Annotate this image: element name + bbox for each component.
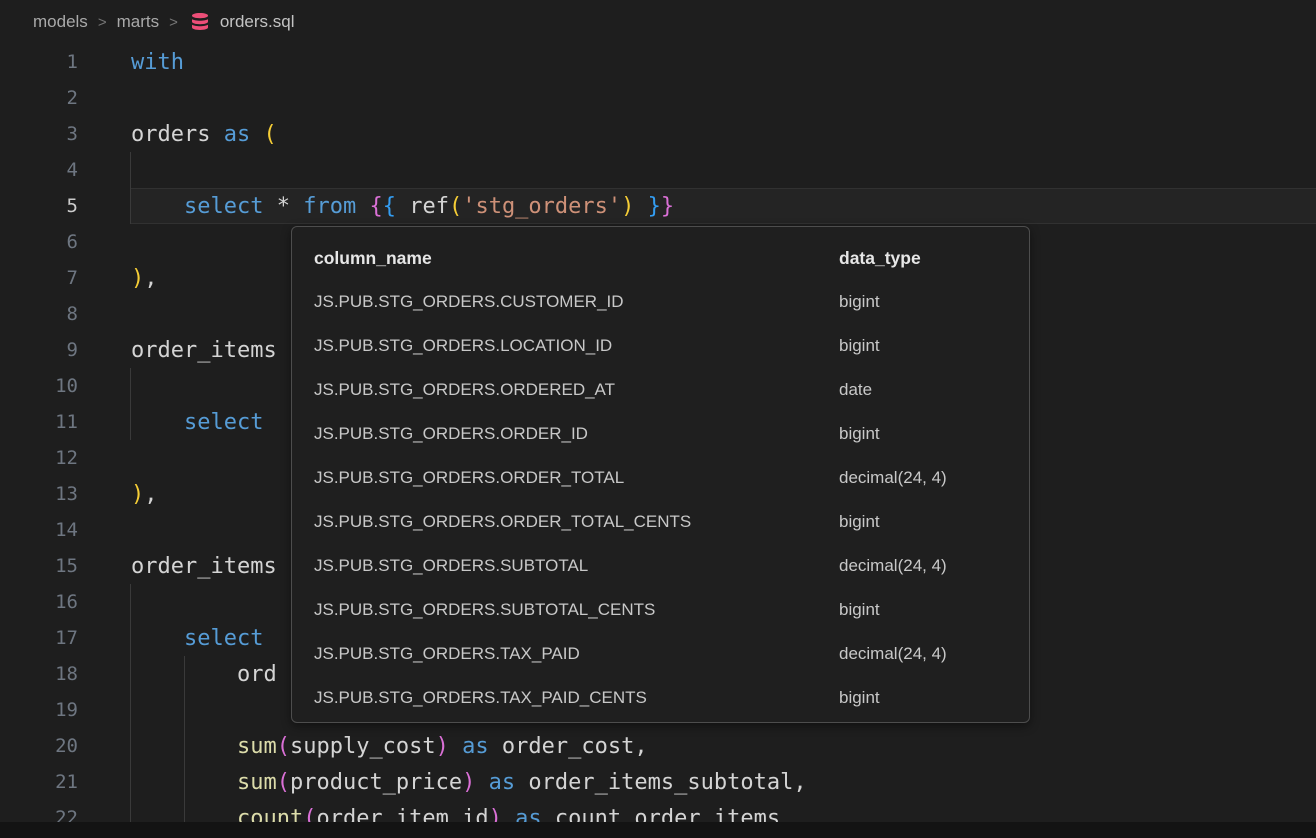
column-name-cell: JS.PUB.STG_ORDERS.SUBTOTAL	[314, 556, 839, 576]
data-type-cell: bigint	[839, 600, 1029, 620]
indent-guide	[130, 584, 131, 620]
data-type-cell: date	[839, 380, 1029, 400]
column-row: JS.PUB.STG_ORDERS.TAX_PAID_CENTSbigint	[292, 676, 1029, 720]
column-row: JS.PUB.STG_ORDERS.ORDER_IDbigint	[292, 412, 1029, 456]
code-line[interactable]: 4	[0, 152, 1316, 188]
chevron-right-icon: >	[169, 14, 178, 31]
line-number: 1	[0, 51, 78, 73]
code-line[interactable]: 20 sum(supply_cost) as order_cost,	[0, 728, 1316, 764]
line-number: 4	[0, 159, 78, 181]
column-row: JS.PUB.STG_ORDERS.ORDERED_ATdate	[292, 368, 1029, 412]
column-name-cell: JS.PUB.STG_ORDERS.TAX_PAID	[314, 644, 839, 664]
indent-guide	[130, 368, 131, 404]
line-number: 3	[0, 123, 78, 145]
database-icon	[188, 10, 212, 34]
column-row: JS.PUB.STG_ORDERS.TAX_PAIDdecimal(24, 4)	[292, 632, 1029, 676]
code-text: sum(product_price) as order_items_subtot…	[78, 770, 807, 795]
column-name-cell: JS.PUB.STG_ORDERS.CUSTOMER_ID	[314, 292, 839, 312]
chevron-right-icon: >	[98, 14, 107, 31]
indent-guide	[130, 152, 131, 188]
line-number: 20	[0, 735, 78, 757]
line-number: 21	[0, 771, 78, 793]
line-number: 9	[0, 339, 78, 361]
line-number: 17	[0, 627, 78, 649]
data-type-cell: decimal(24, 4)	[839, 644, 1029, 664]
column-row: JS.PUB.STG_ORDERS.ORDER_TOTALdecimal(24,…	[292, 456, 1029, 500]
code-text: order_items	[78, 338, 277, 363]
column-name-cell: JS.PUB.STG_ORDERS.ORDER_TOTAL	[314, 468, 839, 488]
code-text: order_items	[78, 554, 277, 579]
line-number: 10	[0, 375, 78, 397]
data-type-cell: decimal(24, 4)	[839, 556, 1029, 576]
editor-bottom-strip	[0, 822, 1316, 838]
data-type-cell: decimal(24, 4)	[839, 468, 1029, 488]
breadcrumb-item-marts[interactable]: marts	[117, 12, 160, 32]
line-number: 14	[0, 519, 78, 541]
code-text: ord	[78, 662, 277, 687]
column-row: JS.PUB.STG_ORDERS.SUBTOTAL_CENTSbigint	[292, 588, 1029, 632]
column-name-cell: JS.PUB.STG_ORDERS.LOCATION_ID	[314, 336, 839, 356]
column-name-cell: JS.PUB.STG_ORDERS.TAX_PAID_CENTS	[314, 688, 839, 708]
code-line[interactable]: 21 sum(product_price) as order_items_sub…	[0, 764, 1316, 800]
data-type-cell: bigint	[839, 424, 1029, 444]
column-name-cell: JS.PUB.STG_ORDERS.ORDER_ID	[314, 424, 839, 444]
code-text: sum(supply_cost) as order_cost,	[78, 734, 648, 759]
line-number: 18	[0, 663, 78, 685]
code-text: select	[78, 410, 263, 435]
line-number: 13	[0, 483, 78, 505]
data-type-cell: bigint	[839, 688, 1029, 708]
data-type-cell: bigint	[839, 292, 1029, 312]
indent-guide	[184, 692, 185, 728]
line-number: 2	[0, 87, 78, 109]
code-line[interactable]: 3orders as (	[0, 116, 1316, 152]
code-line[interactable]: 1with	[0, 44, 1316, 80]
breadcrumb-file-orders-sql[interactable]: orders.sql	[220, 12, 295, 32]
code-text: ),	[78, 266, 158, 291]
code-text: select * from {{ ref('stg_orders') }}	[78, 194, 674, 219]
data-type-cell: bigint	[839, 336, 1029, 356]
column-name-cell: JS.PUB.STG_ORDERS.SUBTOTAL_CENTS	[314, 600, 839, 620]
column-name-cell: JS.PUB.STG_ORDERS.ORDER_TOTAL_CENTS	[314, 512, 839, 532]
column-row: JS.PUB.STG_ORDERS.ORDER_TOTAL_CENTSbigin…	[292, 500, 1029, 544]
breadcrumb: models > marts > orders.sql	[0, 0, 1316, 44]
code-line[interactable]: 5 select * from {{ ref('stg_orders') }}	[0, 188, 1316, 224]
column-row: JS.PUB.STG_ORDERS.CUSTOMER_IDbigint	[292, 280, 1029, 324]
code-line[interactable]: 2	[0, 80, 1316, 116]
line-number: 8	[0, 303, 78, 325]
line-number: 19	[0, 699, 78, 721]
line-number: 12	[0, 447, 78, 469]
popup-header-data-type: data_type	[839, 248, 1029, 269]
breadcrumb-item-models[interactable]: models	[33, 12, 88, 32]
column-row: JS.PUB.STG_ORDERS.LOCATION_IDbigint	[292, 324, 1029, 368]
code-text: with	[78, 50, 184, 75]
data-type-cell: bigint	[839, 512, 1029, 532]
line-number: 11	[0, 411, 78, 433]
popup-header-column-name: column_name	[314, 248, 839, 269]
column-metadata-popup: column_name data_type JS.PUB.STG_ORDERS.…	[291, 226, 1030, 723]
line-number: 6	[0, 231, 78, 253]
column-row: JS.PUB.STG_ORDERS.SUBTOTALdecimal(24, 4)	[292, 544, 1029, 588]
line-number: 5	[0, 195, 78, 217]
popup-header-row: column_name data_type	[292, 236, 1029, 280]
line-number: 7	[0, 267, 78, 289]
line-number: 15	[0, 555, 78, 577]
code-text: orders as (	[78, 122, 277, 147]
line-number: 16	[0, 591, 78, 613]
code-text: ),	[78, 482, 158, 507]
code-text: select	[78, 626, 263, 651]
indent-guide	[130, 692, 131, 728]
column-name-cell: JS.PUB.STG_ORDERS.ORDERED_AT	[314, 380, 839, 400]
